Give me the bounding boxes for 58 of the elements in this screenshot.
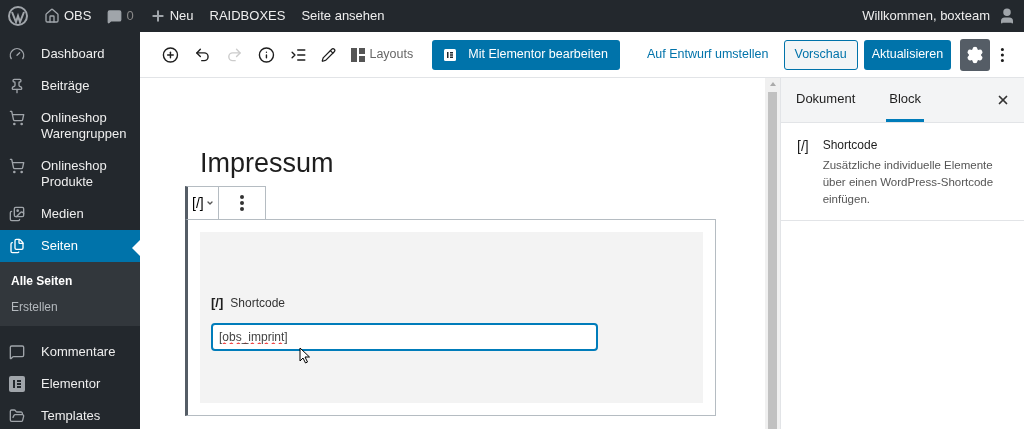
settings-button[interactable] [960,38,991,71]
comment-icon[interactable] [107,8,123,24]
draft-link[interactable]: Auf Entwurf umstellen [646,45,769,64]
caret-icon [205,199,214,207]
gear-icon [966,45,985,64]
layouts-icon[interactable] [351,47,366,62]
pencil-icon[interactable] [321,46,337,63]
submenu-item[interactable]: Erstellen [0,294,140,320]
block-card-icon-label: [/] [797,137,809,156]
gauge-icon [9,46,25,62]
menu-item[interactable]: Elementor [0,368,140,400]
home-icon[interactable] [44,8,60,24]
menu-item[interactable]: Dashboard [0,38,140,70]
menu-item[interactable]: Templates [0,400,140,429]
media-icon [9,206,25,222]
close-icon[interactable] [996,93,1010,107]
shortcode-input[interactable]: [obs_imprint] [211,322,598,351]
greeting-link[interactable]: Willkommen, boxteam [862,6,990,26]
cart-icon [9,110,25,126]
pages-icon [9,238,25,254]
block-type-button[interactable]: [/] [188,187,219,219]
comment-count[interactable]: 0 [126,6,134,26]
page-title[interactable]: Impressum [185,146,765,180]
elementor-icon [9,376,25,392]
preview-button[interactable]: Vorschau [783,39,858,70]
sidebar-tab[interactable]: Dokument [796,78,856,122]
cart-icon [9,158,25,174]
shortcode-label: Shortcode [230,294,285,312]
menu-item[interactable]: Beiträge [0,70,140,102]
admin-bar-link[interactable]: RAIDBOXES [209,6,286,26]
menu-item[interactable]: Seiten [0,230,140,262]
menu-item[interactable]: Medien [0,198,140,230]
wordpress-logo-icon[interactable] [8,6,28,26]
pin-icon [9,78,25,94]
block-card-title: Shortcode [822,137,879,154]
comment-icon [9,344,25,360]
user-icon[interactable] [998,7,1016,25]
block-card-description: Zusätzliche individuelle Elemente über einen WordPress-Shortcode einfügen. [822,158,995,207]
folder-icon [9,408,25,424]
admin-bar-link[interactable]: Seite ansehen [301,6,385,26]
plus-icon[interactable] [149,8,166,24]
update-button[interactable]: Aktualisieren [863,39,952,70]
shortcode-block[interactable]: [/] Shortcode [obs_imprint] [185,219,716,416]
more-icon [239,195,244,211]
site-link[interactable]: OBS [64,6,92,26]
info-icon[interactable] [257,45,275,64]
menu-item[interactable]: Kommentare [0,336,140,368]
elementor-button[interactable]: Mit Elementor bearbeiten [432,39,620,70]
add-block-icon[interactable] [162,45,179,64]
elementor-icon [444,48,457,61]
menu-item[interactable]: Onlineshop Warengruppen [0,102,140,150]
submenu-item[interactable]: Alle Seiten [0,268,140,294]
cursor-icon [299,347,311,364]
layouts-link[interactable]: Layouts [369,45,414,64]
shortcode-icon-label: [/] [211,294,224,312]
new-link[interactable]: Neu [169,6,194,26]
sidebar-tab[interactable]: Block [886,78,925,122]
menu-item[interactable]: Onlineshop Produkte [0,150,140,198]
